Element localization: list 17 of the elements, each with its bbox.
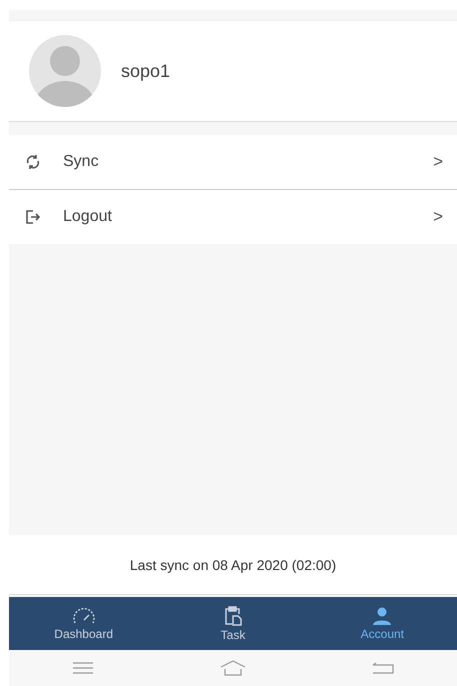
chevron-icon: > xyxy=(433,152,443,172)
last-sync-text: Last sync on 08 Apr 2020 (02:00) xyxy=(130,556,336,572)
recents-icon[interactable] xyxy=(72,662,94,674)
menu-item[interactable]: Logout > xyxy=(9,190,457,244)
username: sopo1 xyxy=(121,60,170,82)
chevron-icon: > xyxy=(433,207,443,227)
menu-item[interactable]: Sync > xyxy=(9,135,457,190)
back-icon[interactable] xyxy=(372,662,394,674)
clipboard-icon xyxy=(224,606,242,626)
nav-tab[interactable]: Task xyxy=(158,597,308,650)
home-icon[interactable] xyxy=(220,660,246,676)
nav-tab[interactable]: Account xyxy=(308,597,457,650)
gauge-icon xyxy=(72,606,96,624)
nav-tab[interactable]: Dashboard xyxy=(9,597,158,650)
person-icon xyxy=(372,606,392,624)
logout-icon xyxy=(25,209,41,225)
sync-icon xyxy=(25,154,41,170)
